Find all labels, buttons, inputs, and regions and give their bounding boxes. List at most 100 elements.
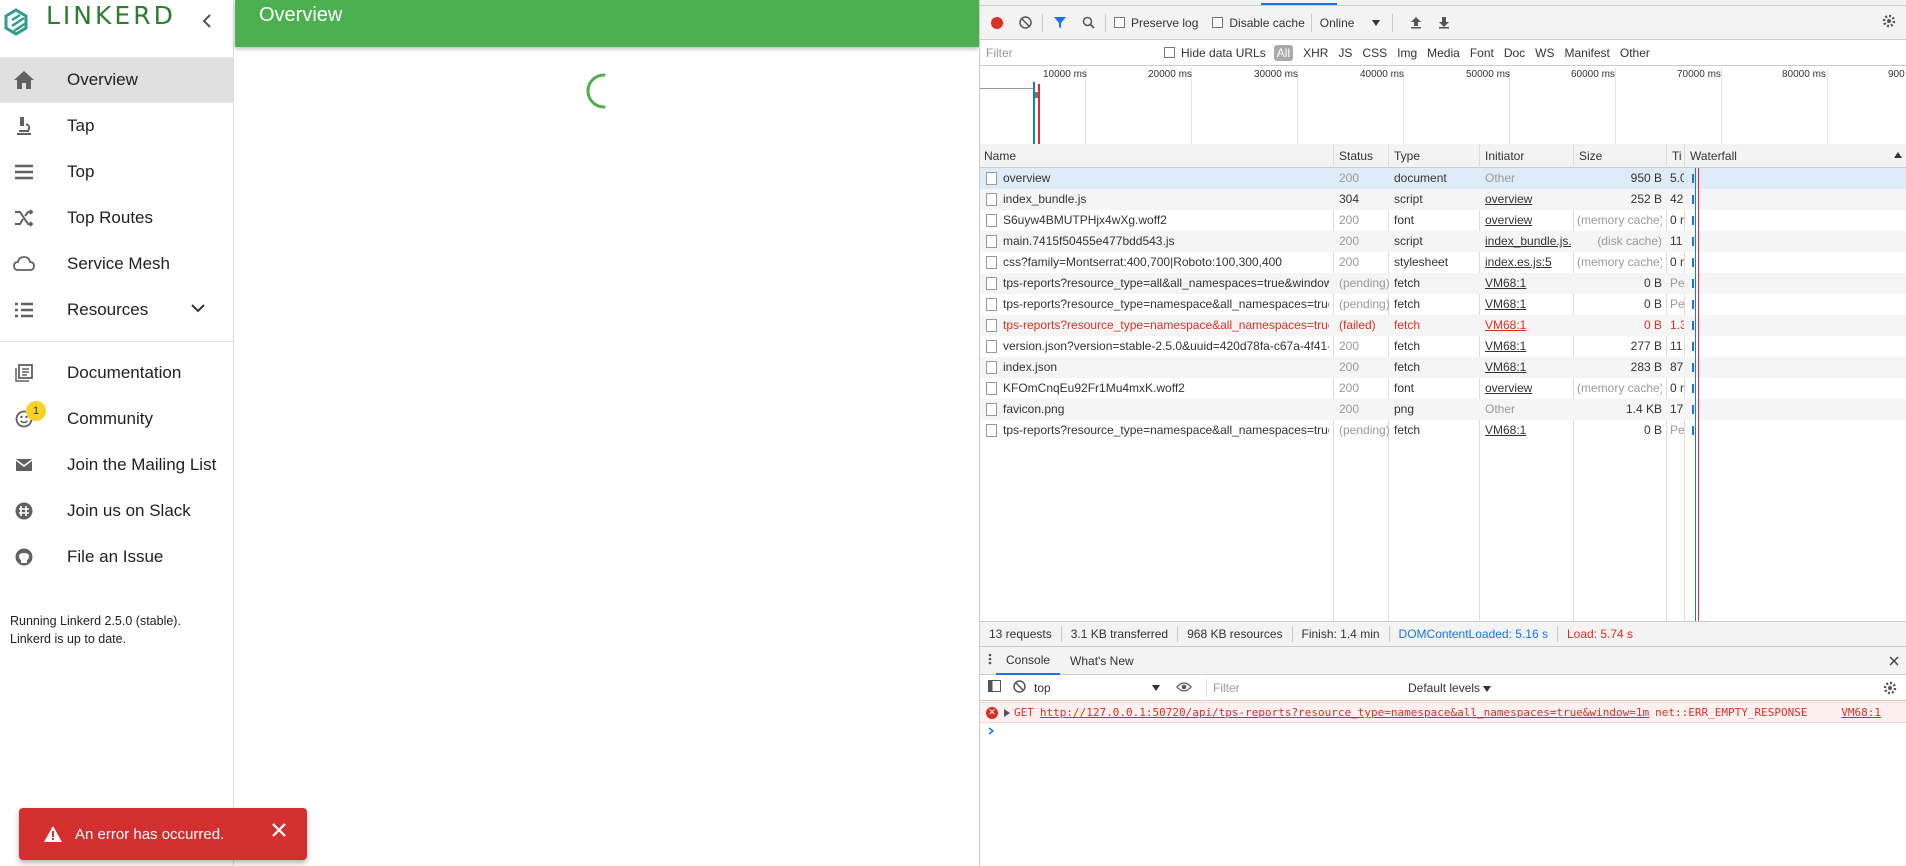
- request-initiator[interactable]: VM68:1: [1485, 339, 1571, 353]
- console-settings-gear-icon[interactable]: [1883, 681, 1897, 698]
- error-source-link[interactable]: VM68:1: [1841, 706, 1881, 719]
- sidebar-item-overview[interactable]: Overview: [0, 57, 233, 103]
- request-initiator[interactable]: VM68:1: [1485, 423, 1571, 437]
- column-header-status[interactable]: Status: [1339, 149, 1373, 163]
- import-har-button[interactable]: [1405, 12, 1427, 34]
- filter-type-all[interactable]: All: [1273, 44, 1294, 61]
- filter-type-manifest[interactable]: Manifest: [1565, 46, 1610, 60]
- context-select[interactable]: top: [1034, 679, 1166, 697]
- column-header-initiator[interactable]: Initiator: [1485, 149, 1524, 163]
- filter-type-js[interactable]: JS: [1338, 46, 1352, 60]
- request-initiator[interactable]: overview: [1485, 192, 1571, 206]
- table-row[interactable]: index.json 200 fetch VM68:1 283 B 87: [980, 357, 1906, 378]
- table-row[interactable]: overview 200 document Other 950 B 5.0: [980, 168, 1906, 189]
- table-row[interactable]: favicon.png 200 png Other 1.4 KB 17: [980, 399, 1906, 420]
- clear-button[interactable]: [1014, 12, 1036, 34]
- request-name[interactable]: overview: [1003, 171, 1329, 185]
- filter-type-doc[interactable]: Doc: [1504, 46, 1525, 60]
- request-initiator[interactable]: VM68:1: [1485, 360, 1571, 374]
- request-name[interactable]: index.json: [1003, 360, 1329, 374]
- filter-type-other[interactable]: Other: [1620, 46, 1650, 60]
- filter-type-ws[interactable]: WS: [1535, 46, 1554, 60]
- sidebar-item-resources[interactable]: Resources: [0, 287, 233, 333]
- close-icon[interactable]: [271, 822, 287, 842]
- tab-console[interactable]: Console: [996, 647, 1061, 675]
- request-initiator[interactable]: index_bundle.js...: [1485, 234, 1571, 248]
- request-name[interactable]: KFOmCnqEu92Fr1Mu4mxK.woff2: [1003, 381, 1329, 395]
- table-row[interactable]: KFOmCnqEu92Fr1Mu4mxK.woff2 200 font overvie…: [980, 378, 1906, 399]
- live-expression-eye-icon[interactable]: [1176, 681, 1192, 695]
- drawer-menu-icon[interactable]: [988, 653, 992, 668]
- sidebar-item-community[interactable]: 1 Community: [0, 396, 233, 442]
- expand-triangle-icon[interactable]: [1004, 708, 1010, 717]
- table-row[interactable]: css?family=Montserrat:400,700|Roboto:100…: [980, 252, 1906, 273]
- column-header-type[interactable]: Type: [1394, 149, 1420, 163]
- table-row[interactable]: S6uyw4BMUTPHjx4wXg.woff2 200 font overview (…: [980, 210, 1906, 231]
- network-settings-button[interactable]: [1882, 14, 1896, 31]
- column-header-name[interactable]: Name: [984, 149, 1016, 163]
- record-button[interactable]: [986, 12, 1008, 34]
- table-row[interactable]: tps-reports?resource_type=namespace&all_…: [980, 420, 1906, 441]
- request-name[interactable]: tps-reports?resource_type=namespace&all_…: [1003, 297, 1329, 311]
- log-levels-select[interactable]: Default levels: [1408, 681, 1492, 695]
- console-prompt[interactable]: [988, 724, 995, 738]
- chevron-down-icon[interactable]: [191, 300, 205, 318]
- request-name[interactable]: S6uyw4BMUTPHjx4wXg.woff2: [1003, 213, 1329, 227]
- column-header-size[interactable]: Size: [1579, 149, 1602, 163]
- filter-type-xhr[interactable]: XHR: [1303, 46, 1328, 60]
- sidebar-item-file-issue[interactable]: File an Issue: [0, 534, 233, 580]
- network-overview-timeline[interactable]: 10000 ms 20000 ms 30000 ms 40000 ms 5000…: [980, 66, 1906, 146]
- search-button[interactable]: [1077, 12, 1099, 34]
- request-initiator[interactable]: overview: [1485, 381, 1571, 395]
- disable-cache-checkbox[interactable]: Disable cache: [1212, 16, 1305, 30]
- network-filter-input[interactable]: Filter: [984, 44, 1152, 62]
- checkbox-box[interactable]: [1164, 47, 1175, 58]
- request-name[interactable]: version.json?version=stable-2.5.0&uuid=4…: [1003, 339, 1329, 353]
- filter-type-media[interactable]: Media: [1427, 46, 1460, 60]
- collapse-sidebar-icon[interactable]: [201, 12, 213, 33]
- column-header-time[interactable]: Ti: [1672, 149, 1682, 163]
- request-name[interactable]: css?family=Montserrat:400,700|Roboto:100…: [1003, 255, 1329, 269]
- sidebar-item-tap[interactable]: Tap: [0, 103, 233, 149]
- sidebar-item-top[interactable]: Top: [0, 149, 233, 195]
- table-row[interactable]: tps-reports?resource_type=namespace&all_…: [980, 315, 1906, 336]
- error-url-link[interactable]: http://127.0.0.1:50720/api/tps-reports?r…: [1040, 706, 1649, 719]
- request-initiator[interactable]: VM68:1: [1485, 276, 1571, 290]
- column-header-waterfall[interactable]: Waterfall: [1690, 149, 1737, 163]
- filter-type-font[interactable]: Font: [1470, 46, 1494, 60]
- clear-console-icon[interactable]: [1013, 679, 1026, 696]
- request-name[interactable]: tps-reports?resource_type=namespace&all_…: [1003, 318, 1329, 332]
- hide-data-urls-checkbox[interactable]: Hide data URLs: [1164, 46, 1266, 60]
- request-name[interactable]: tps-reports?resource_type=all&all_namesp…: [1003, 276, 1329, 290]
- table-row[interactable]: index_bundle.js 304 script overview 252 B 42: [980, 189, 1906, 210]
- request-initiator[interactable]: overview: [1485, 213, 1571, 227]
- request-initiator[interactable]: VM68:1: [1485, 318, 1571, 332]
- throttling-select[interactable]: Online: [1320, 16, 1381, 30]
- checkbox-box[interactable]: [1212, 17, 1224, 28]
- close-drawer-icon[interactable]: [1889, 653, 1899, 669]
- export-har-button[interactable]: [1433, 12, 1455, 34]
- request-name[interactable]: tps-reports?resource_type=namespace&all_…: [1003, 423, 1329, 437]
- sidebar-item-mailing-list[interactable]: Join the Mailing List: [0, 442, 233, 488]
- console-filter-input[interactable]: Filter: [1206, 678, 1400, 697]
- preserve-log-checkbox[interactable]: Preserve log: [1114, 16, 1198, 30]
- sidebar-item-slack[interactable]: Join us on Slack: [0, 488, 233, 534]
- table-row[interactable]: version.json?version=stable-2.5.0&uuid=4…: [980, 336, 1906, 357]
- filter-type-css[interactable]: CSS: [1362, 46, 1387, 60]
- request-name[interactable]: main.7415f50455e477bdd543.js: [1003, 234, 1329, 248]
- table-row[interactable]: tps-reports?resource_type=namespace&all_…: [980, 294, 1906, 315]
- tab-whats-new[interactable]: What's New: [1060, 647, 1144, 675]
- request-name[interactable]: index_bundle.js: [1003, 192, 1329, 206]
- table-row[interactable]: main.7415f50455e477bdd543.js 200 script ind…: [980, 231, 1906, 252]
- sidebar-toggle-icon[interactable]: [988, 680, 1001, 695]
- request-initiator[interactable]: VM68:1: [1485, 297, 1571, 311]
- sidebar-item-documentation[interactable]: Documentation: [0, 350, 233, 396]
- checkbox-box[interactable]: [1114, 17, 1125, 28]
- sidebar-item-top-routes[interactable]: Top Routes: [0, 195, 233, 241]
- sidebar-item-service-mesh[interactable]: Service Mesh: [0, 241, 233, 287]
- filter-toggle-button[interactable]: [1049, 12, 1071, 34]
- request-initiator[interactable]: index.es.js:5: [1485, 255, 1571, 269]
- table-row[interactable]: tps-reports?resource_type=all&all_namesp…: [980, 273, 1906, 294]
- filter-type-img[interactable]: Img: [1397, 46, 1417, 60]
- request-name[interactable]: favicon.png: [1003, 402, 1329, 416]
